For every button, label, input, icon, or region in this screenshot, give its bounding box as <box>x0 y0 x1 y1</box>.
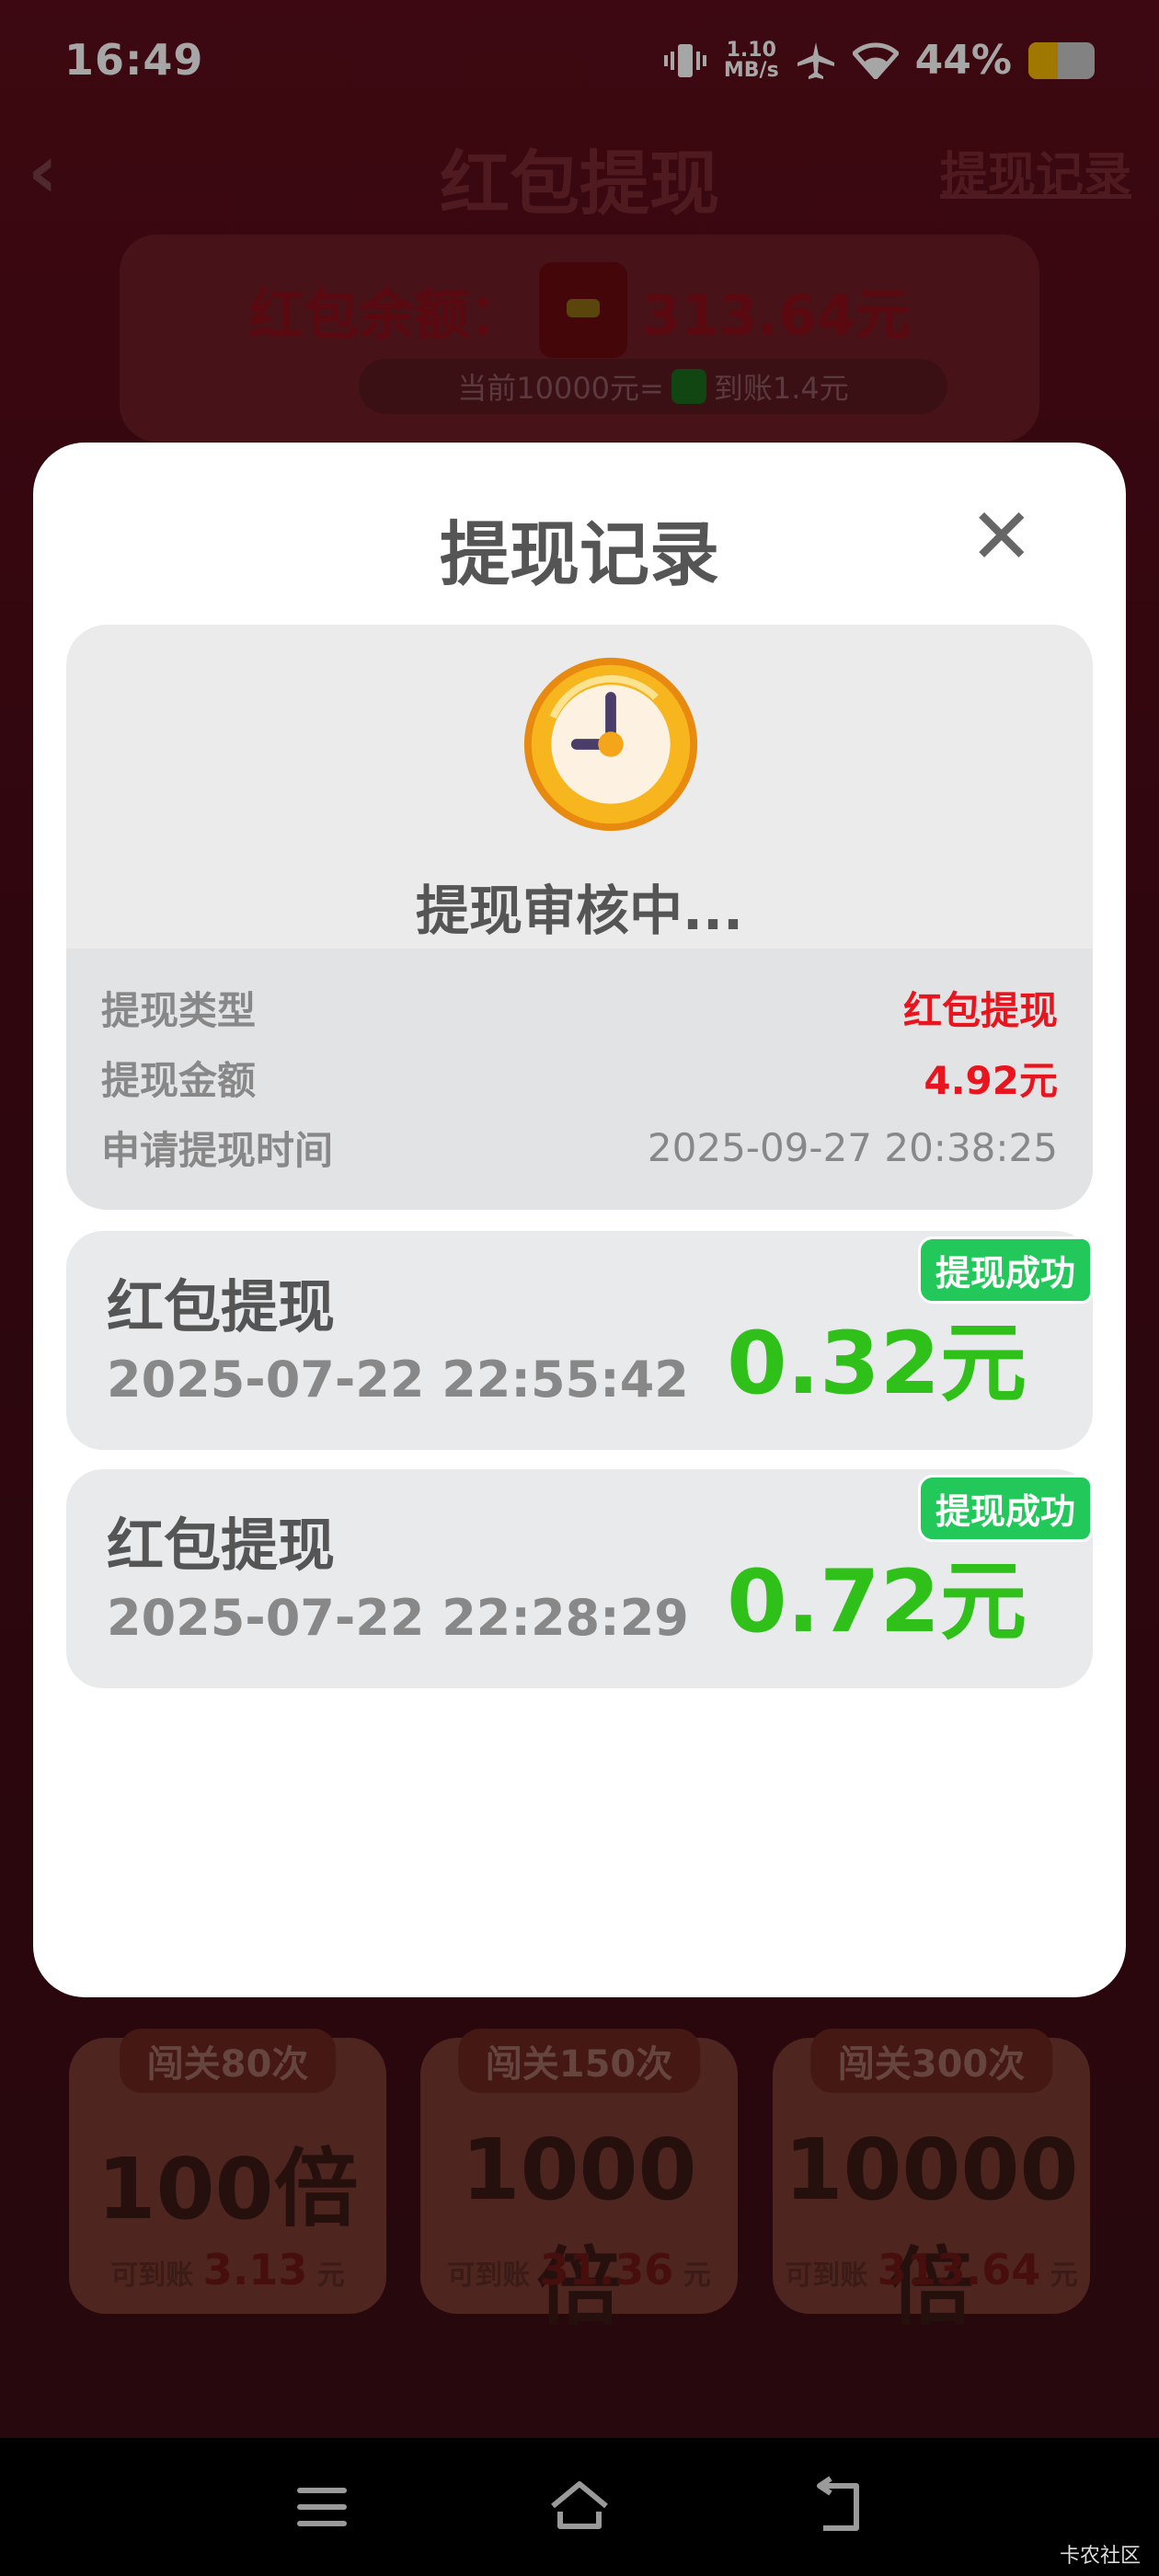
close-icon[interactable]: ✕ <box>970 498 1034 575</box>
record-time: 2025-07-22 22:28:29 <box>107 1589 689 1647</box>
detail-value: 4.92元 <box>924 1057 1058 1103</box>
detail-key: 提现类型 <box>101 987 257 1033</box>
detail-row-time: 申请提现时间 2025-09-27 20:38:25 <box>101 1120 1058 1175</box>
detail-row-type: 提现类型 红包提现 <box>101 980 1058 1035</box>
detail-key: 提现金额 <box>101 1057 257 1103</box>
status-badge: 提现成功 <box>917 1475 1093 1542</box>
watermark: 卡农社区 <box>1059 2545 1141 2568</box>
withdrawal-records-modal: 提现记录 ✕ 提现审核中... 提现类型 红包提现 提现金额 4.92元 申请提… <box>33 443 1126 1997</box>
record-amount: 0.72元 <box>727 1552 1027 1652</box>
back-icon[interactable] <box>805 2475 869 2539</box>
withdrawal-record: 红包提现 2025-07-22 22:28:29 0.72元 提现成功 <box>66 1469 1093 1688</box>
home-icon[interactable] <box>547 2475 612 2539</box>
system-nav-bar <box>0 2438 1159 2576</box>
record-type: 红包提现 <box>107 1512 336 1579</box>
pending-withdrawal-card: 提现审核中... 提现类型 红包提现 提现金额 4.92元 申请提现时间 202… <box>66 625 1093 1210</box>
withdrawal-record: 红包提现 2025-07-22 22:55:42 0.32元 提现成功 <box>66 1231 1093 1450</box>
detail-value: 红包提现 <box>902 987 1058 1033</box>
pending-details: 提现类型 红包提现 提现金额 4.92元 申请提现时间 2025-09-27 2… <box>66 949 1093 1210</box>
record-type: 红包提现 <box>107 1273 336 1340</box>
detail-value: 2025-09-27 20:38:25 <box>647 1124 1058 1170</box>
record-time: 2025-07-22 22:55:42 <box>107 1351 689 1409</box>
pending-status: 提现审核中... <box>415 880 744 942</box>
record-amount: 0.32元 <box>727 1314 1027 1414</box>
detail-key: 申请提现时间 <box>101 1127 334 1173</box>
menu-icon[interactable] <box>290 2475 354 2539</box>
status-badge: 提现成功 <box>917 1236 1093 1304</box>
clock-icon <box>523 657 698 832</box>
detail-row-amount: 提现金额 4.92元 <box>101 1050 1058 1105</box>
modal-title: 提现记录 <box>440 513 719 595</box>
